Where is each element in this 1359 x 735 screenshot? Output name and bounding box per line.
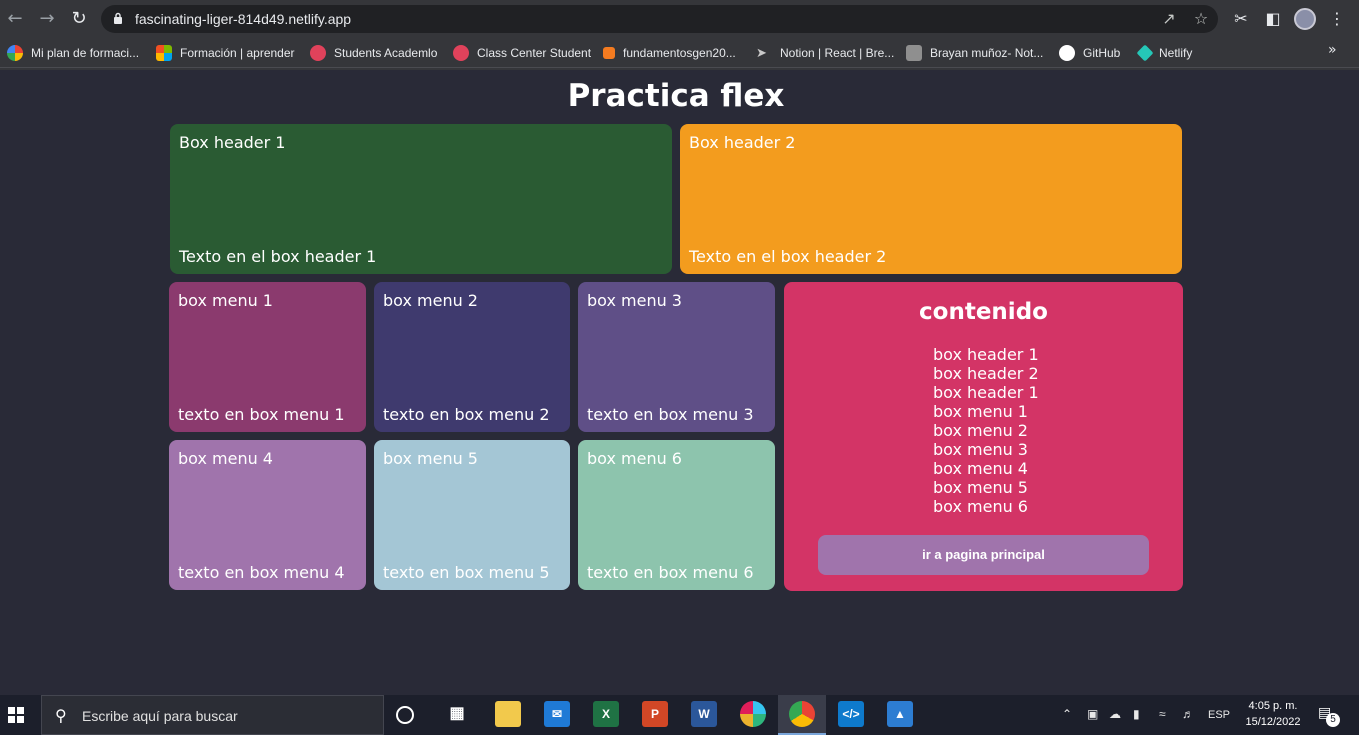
browser-chrome: ← → ↻ fascinating-liger-814d49.netlify.a… — [0, 0, 1359, 70]
lock-icon — [114, 12, 122, 24]
box-heading: box menu 5 — [383, 449, 478, 468]
box-heading: box menu 1 — [178, 291, 273, 310]
language-indicator[interactable]: ESP — [1208, 709, 1230, 721]
box-text: texto en box menu 5 — [383, 563, 550, 582]
box-heading: Box header 2 — [689, 133, 796, 152]
bookmark-item[interactable]: fundamentosgen20... — [603, 42, 736, 64]
box-text: texto en box menu 1 — [178, 405, 345, 424]
powerpoint-icon[interactable]: P — [642, 701, 668, 727]
content-link[interactable]: box menu 5 — [933, 478, 1039, 497]
box-heading: Box header 1 — [179, 133, 286, 152]
page-title: Practica flex — [567, 78, 785, 114]
bookmarks-bar: Mi plan de formaci... Formación | aprend… — [0, 38, 1359, 68]
box-header-2: Box header 2 Texto en el box header 2 — [680, 124, 1182, 274]
content-link-list: box header 1 box header 2 box header 1 b… — [933, 345, 1039, 516]
box-heading: box menu 2 — [383, 291, 478, 310]
content-title: contenido — [919, 299, 1048, 325]
github-icon — [1059, 45, 1075, 61]
box-text: texto en box menu 4 — [178, 563, 345, 582]
bookmark-star-icon[interactable]: ☆ — [1191, 9, 1211, 29]
box-text: texto en box menu 2 — [383, 405, 550, 424]
windows-taskbar: ⚲ Escribe aquí para buscar ▦ ✉ X P W </>… — [0, 695, 1359, 735]
battery-icon[interactable]: ▮ — [1133, 707, 1140, 721]
box-text: texto en box menu 6 — [587, 563, 754, 582]
taskbar-search-box[interactable]: ⚲ Escribe aquí para buscar — [41, 695, 384, 735]
box-heading: box menu 6 — [587, 449, 682, 468]
file-explorer-icon[interactable] — [495, 701, 521, 727]
content-link[interactable]: box menu 1 — [933, 402, 1039, 421]
bookmark-item[interactable]: ➤ Notion | React | Bre... — [756, 42, 894, 64]
bookmark-item[interactable]: Class Center Student — [453, 42, 591, 64]
search-placeholder: Escribe aquí para buscar — [82, 708, 238, 724]
google-icon — [7, 45, 23, 61]
reload-icon[interactable]: ↻ — [68, 8, 90, 30]
task-view-icon[interactable]: ▦ — [444, 701, 470, 727]
box-menu-1: box menu 1 texto en box menu 1 — [169, 282, 366, 432]
box-heading: box menu 4 — [178, 449, 273, 468]
system-clock[interactable]: 4:05 p. m. 15/12/2022 — [1238, 698, 1308, 730]
back-icon[interactable]: ← — [4, 8, 26, 30]
box-text: Texto en el box header 2 — [689, 247, 887, 266]
bookmark-item[interactable]: Students Academlo — [310, 42, 437, 64]
photos-icon[interactable]: ▲ — [887, 701, 913, 727]
box-header-1: Box header 1 Texto en el box header 1 — [170, 124, 672, 274]
content-link[interactable]: box menu 4 — [933, 459, 1039, 478]
box-menu-2: box menu 2 texto en box menu 2 — [374, 282, 570, 432]
search-icon: ⚲ — [55, 706, 67, 725]
vscode-icon[interactable]: </> — [838, 701, 864, 727]
clock-date: 15/12/2022 — [1245, 716, 1301, 728]
orange-blocks-icon — [603, 47, 615, 59]
onedrive-icon[interactable]: ☁ — [1109, 707, 1121, 721]
more-bookmarks-icon[interactable]: » — [1328, 42, 1337, 58]
show-hidden-icons-icon[interactable]: ⌃ — [1062, 707, 1072, 721]
academlo-icon — [310, 45, 326, 61]
bookmark-item[interactable]: Netlify — [1136, 42, 1192, 64]
content-link[interactable]: box menu 6 — [933, 497, 1039, 516]
avatar-icon — [906, 45, 922, 61]
bookmark-item[interactable]: Formación | aprender — [156, 42, 295, 64]
bookmark-item[interactable]: GitHub — [1059, 42, 1120, 64]
menu-kebab-icon[interactable]: ⋮ — [1326, 8, 1348, 30]
word-icon[interactable]: W — [691, 701, 717, 727]
windows-start-icon[interactable] — [8, 707, 24, 723]
netlify-icon — [1136, 44, 1154, 62]
bookmark-item[interactable]: Brayan muñoz- Not... — [906, 42, 1043, 64]
url-text: fascinating-liger-814d49.netlify.app — [135, 11, 352, 27]
forward-icon[interactable]: → — [36, 8, 58, 30]
content-link[interactable]: box header 1 — [933, 345, 1039, 364]
browser-toolbar: ← → ↻ fascinating-liger-814d49.netlify.a… — [0, 0, 1359, 38]
rocket-icon: ➤ — [756, 45, 767, 60]
box-heading: box menu 3 — [587, 291, 682, 310]
mail-icon[interactable]: ✉ — [544, 701, 570, 727]
content-link[interactable]: box menu 3 — [933, 440, 1039, 459]
side-panel-icon[interactable]: ◧ — [1262, 8, 1284, 30]
box-text: texto en box menu 3 — [587, 405, 754, 424]
box-menu-6: box menu 6 texto en box menu 6 — [578, 440, 775, 590]
box-text: Texto en el box header 1 — [179, 247, 377, 266]
bookmark-item[interactable]: Mi plan de formaci... — [7, 42, 139, 64]
cortana-icon[interactable] — [396, 706, 414, 724]
box-menu-3: box menu 3 texto en box menu 3 — [578, 282, 775, 432]
share-icon[interactable]: ↗ — [1159, 9, 1179, 29]
wifi-icon[interactable]: ≈ — [1159, 707, 1166, 721]
extensions-icon[interactable]: ✂ — [1230, 8, 1252, 30]
meet-now-icon[interactable]: ▣ — [1087, 707, 1098, 721]
box-menu-5: box menu 5 texto en box menu 5 — [374, 440, 570, 590]
content-link[interactable]: box header 1 — [933, 383, 1039, 402]
excel-icon[interactable]: X — [593, 701, 619, 727]
content-panel: contenido box header 1 box header 2 box … — [784, 282, 1183, 591]
content-link[interactable]: box menu 2 — [933, 421, 1039, 440]
address-bar[interactable]: fascinating-liger-814d49.netlify.app ↗ ☆ — [101, 5, 1218, 33]
clock-time: 4:05 p. m. — [1248, 700, 1298, 712]
microsoft-icon — [156, 45, 172, 61]
main-page-button[interactable]: ir a pagina principal — [818, 535, 1149, 575]
notification-count-badge: 5 — [1326, 713, 1340, 727]
profile-avatar[interactable] — [1294, 8, 1316, 30]
chrome-icon[interactable] — [789, 701, 815, 727]
volume-icon[interactable]: ♬ — [1182, 707, 1194, 721]
slack-icon[interactable] — [740, 701, 766, 727]
content-link[interactable]: box header 2 — [933, 364, 1039, 383]
box-menu-4: box menu 4 texto en box menu 4 — [169, 440, 366, 590]
academlo-icon — [453, 45, 469, 61]
